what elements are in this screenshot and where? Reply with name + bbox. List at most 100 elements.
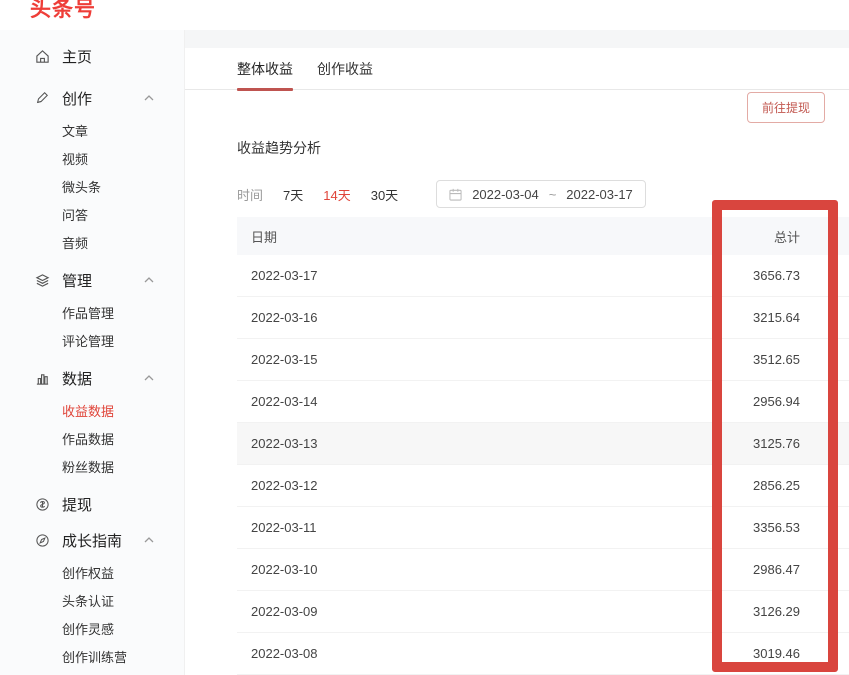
cell-total: 2956.94 [669, 394, 849, 409]
sidebar-item-creation-rights[interactable]: 创作权益 [0, 558, 184, 586]
cell-date: 2022-03-13 [237, 436, 669, 451]
sidebar-item-comments-manage[interactable]: 评论管理 [0, 326, 184, 354]
sidebar-sub-label: 头条认证 [62, 591, 114, 610]
chevron-up-icon[interactable] [144, 375, 154, 381]
sidebar-item-articles[interactable]: 文章 [0, 116, 184, 144]
table-row: 2022-03-16 3215.64 [237, 297, 849, 339]
cell-date: 2022-03-10 [237, 562, 669, 577]
date-range-start: 2022-03-04 [472, 187, 539, 202]
cell-total: 2856.25 [669, 478, 849, 493]
cell-date: 2022-03-17 [237, 268, 669, 283]
cell-date: 2022-03-16 [237, 310, 669, 325]
sidebar-sub-label: 作品数据 [62, 429, 114, 448]
cell-date: 2022-03-12 [237, 478, 669, 493]
sidebar-item-data[interactable]: 数据 [0, 360, 184, 396]
sidebar-sub-label: 创作灵感 [62, 619, 114, 638]
cell-total: 3125.76 [669, 436, 849, 451]
coin-icon [34, 496, 50, 512]
table-row: 2022-03-10 2986.47 [237, 549, 849, 591]
date-range-end: 2022-03-17 [566, 187, 633, 202]
sidebar-sub-label: 问答 [62, 205, 88, 224]
filter-7-days[interactable]: 7天 [283, 185, 303, 204]
chevron-up-icon[interactable] [144, 95, 154, 101]
tab-label: 创作收益 [317, 59, 373, 79]
cell-total: 3215.64 [669, 310, 849, 325]
cell-date: 2022-03-14 [237, 394, 669, 409]
sidebar-item-withdraw[interactable]: 提现 [0, 486, 184, 522]
column-header-total: 总计 [669, 227, 849, 246]
cell-total: 3512.65 [669, 352, 849, 367]
sidebar-sub-label: 音频 [62, 233, 88, 252]
sidebar-item-creation-inspiration[interactable]: 创作灵感 [0, 614, 184, 642]
table-row: 2022-03-08 3019.46 [237, 633, 849, 675]
sidebar-item-audio[interactable]: 音频 [0, 228, 184, 256]
sidebar-sub-label: 微头条 [62, 177, 101, 196]
cell-total: 3019.46 [669, 646, 849, 661]
filter-30-days[interactable]: 30天 [371, 185, 398, 204]
cell-total: 3356.53 [669, 520, 849, 535]
sidebar-sub-label: 评论管理 [62, 331, 114, 350]
layers-icon [34, 272, 50, 288]
sidebar: 主页 创作 文章 视频 微头条 问答 音频 管理 作品管理 评论管理 数据 收益… [0, 30, 185, 675]
cell-date: 2022-03-08 [237, 646, 669, 661]
cell-date: 2022-03-11 [237, 520, 669, 535]
sidebar-item-manage[interactable]: 管理 [0, 262, 184, 298]
sidebar-item-fans-data[interactable]: 粉丝数据 [0, 452, 184, 480]
sidebar-item-videos[interactable]: 视频 [0, 144, 184, 172]
sidebar-item-label: 主页 [62, 46, 92, 67]
table-row: 2022-03-15 3512.65 [237, 339, 849, 381]
sidebar-item-creation-camp[interactable]: 创作训练营 [0, 642, 184, 670]
sidebar-item-label: 数据 [62, 368, 92, 389]
compass-icon [34, 532, 50, 548]
sidebar-sub-label: 文章 [62, 121, 88, 140]
cell-total: 3126.29 [669, 604, 849, 619]
chevron-up-icon[interactable] [144, 277, 154, 283]
calendar-icon [449, 188, 462, 201]
cell-total: 2986.47 [669, 562, 849, 577]
sidebar-sub-label: 视频 [62, 149, 88, 168]
table-row: 2022-03-12 2856.25 [237, 465, 849, 507]
sidebar-item-label: 创作 [62, 88, 92, 109]
pencil-icon [34, 90, 50, 106]
go-withdraw-button[interactable]: 前往提现 [747, 92, 825, 123]
section-title: 收益趋势分析 [237, 138, 849, 158]
sidebar-item-toutiao-cert[interactable]: 头条认证 [0, 586, 184, 614]
table-row: 2022-03-11 3356.53 [237, 507, 849, 549]
sidebar-item-home[interactable]: 主页 [0, 38, 184, 74]
sidebar-sub-label: 作品管理 [62, 303, 114, 322]
sidebar-sub-label: 粉丝数据 [62, 457, 114, 476]
cell-date: 2022-03-15 [237, 352, 669, 367]
time-filter-label: 时间 [237, 185, 263, 204]
tab-overall-revenue[interactable]: 整体收益 [237, 48, 293, 90]
tab-label: 整体收益 [237, 59, 293, 79]
home-icon [34, 48, 50, 64]
sidebar-item-works-data[interactable]: 作品数据 [0, 424, 184, 452]
app-logo[interactable]: 头条号 [30, 0, 96, 23]
sidebar-sub-label: 创作权益 [62, 563, 114, 582]
sidebar-item-works-manage[interactable]: 作品管理 [0, 298, 184, 326]
sidebar-sub-label: 收益数据 [62, 401, 114, 420]
chevron-up-icon[interactable] [144, 537, 154, 543]
date-range-picker[interactable]: 2022-03-04 ~ 2022-03-17 [436, 180, 646, 208]
sidebar-item-label: 提现 [62, 494, 92, 515]
sidebar-item-label: 管理 [62, 270, 92, 291]
table-row: 2022-03-09 3126.29 [237, 591, 849, 633]
cell-total: 3656.73 [669, 268, 849, 283]
sidebar-item-qa[interactable]: 问答 [0, 200, 184, 228]
filter-14-days[interactable]: 14天 [323, 185, 350, 204]
sidebar-item-label: 成长指南 [62, 530, 122, 551]
table-row: 2022-03-17 3656.73 [237, 255, 849, 297]
table-header-row: 日期 总计 [237, 217, 849, 255]
table-row: 2022-03-13 3125.76 [237, 423, 849, 465]
tab-creation-revenue[interactable]: 创作收益 [317, 48, 373, 90]
sidebar-item-growth-guide[interactable]: 成长指南 [0, 522, 184, 558]
sidebar-item-microtoutiao[interactable]: 微头条 [0, 172, 184, 200]
date-range-separator: ~ [549, 187, 557, 202]
revenue-tabs: 整体收益 创作收益 [185, 48, 849, 90]
sidebar-item-create[interactable]: 创作 [0, 80, 184, 116]
main-panel: 整体收益 创作收益 前往提现 收益趋势分析 时间 7天 14天 30天 2022… [185, 48, 849, 675]
table-row: 2022-03-14 2956.94 [237, 381, 849, 423]
top-bar: 头条号 [0, 0, 849, 30]
cell-date: 2022-03-09 [237, 604, 669, 619]
sidebar-item-revenue-data[interactable]: 收益数据 [0, 396, 184, 424]
